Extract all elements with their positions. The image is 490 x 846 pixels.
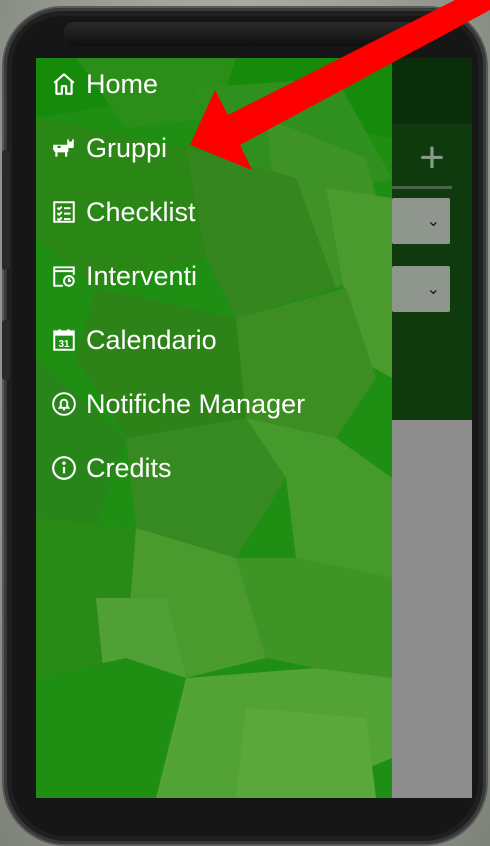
red-arrow-annotation — [190, 0, 490, 170]
